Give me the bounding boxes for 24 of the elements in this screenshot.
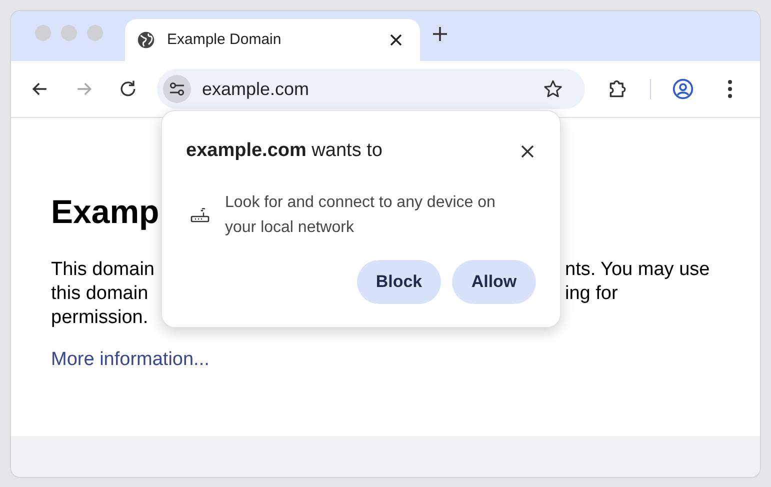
globe-icon (137, 31, 155, 49)
address-bar[interactable]: example.com (157, 69, 585, 109)
popup-title: example.com wants to (186, 139, 382, 163)
close-icon[interactable] (521, 144, 534, 158)
permission-description: Look for and connect to any device on your local network (225, 192, 496, 238)
browser-tab[interactable]: Example Domain (125, 19, 420, 61)
paragraph-text: ing for (565, 282, 618, 306)
popup-button[interactable]: Block (357, 260, 441, 304)
close-icon[interactable] (390, 34, 402, 46)
star-icon[interactable] (543, 79, 563, 99)
tab-title: Example Domain (167, 30, 282, 50)
site-settings-button[interactable] (163, 75, 191, 103)
menu-icon[interactable] (727, 79, 733, 99)
paragraph-text: nts. You may use (565, 258, 710, 282)
tune-icon (169, 82, 185, 96)
profile-icon[interactable] (672, 78, 694, 100)
paragraph-text: permission. (51, 306, 148, 330)
url-text: example.com (202, 78, 310, 101)
more-information-link[interactable]: More information... (51, 346, 210, 374)
paragraph-text: this domain (51, 282, 148, 306)
plus-icon (433, 27, 447, 41)
page-heading: Examp (51, 192, 160, 232)
popup-button[interactable]: Allow (452, 260, 536, 304)
paragraph-text: This domain (51, 258, 154, 282)
